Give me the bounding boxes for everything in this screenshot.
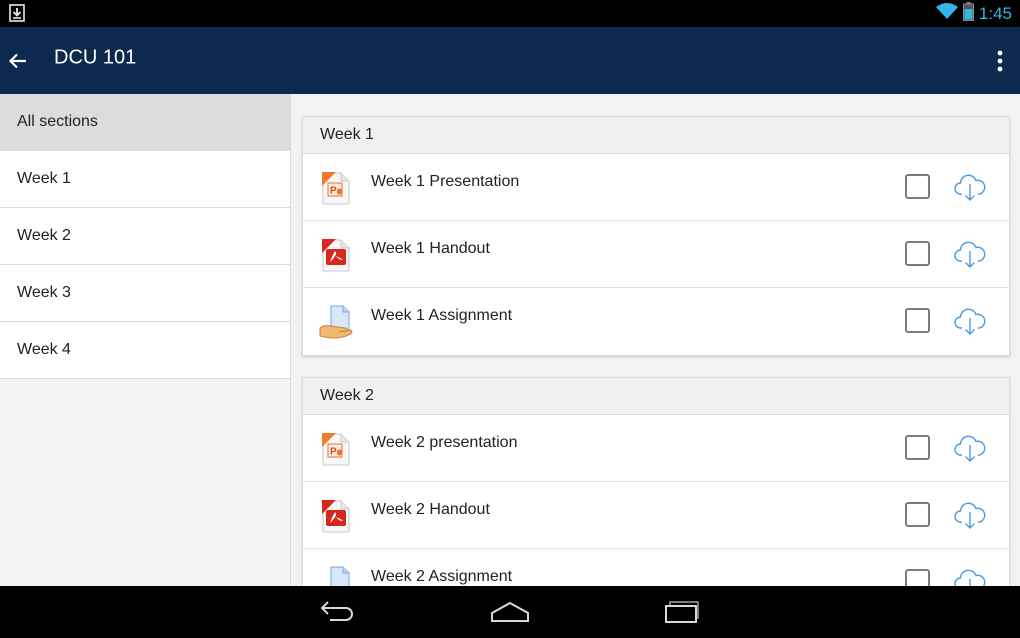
recent-apps-button[interactable] bbox=[663, 598, 703, 626]
download-cloud-icon[interactable] bbox=[953, 431, 987, 465]
select-checkbox[interactable] bbox=[905, 569, 930, 586]
select-checkbox[interactable] bbox=[905, 308, 930, 333]
status-indicators: 1:45 bbox=[935, 1, 1012, 26]
file-name: Week 2 presentation bbox=[371, 434, 518, 451]
file-name: Week 1 Presentation bbox=[371, 173, 520, 190]
back-nav-button[interactable] bbox=[317, 598, 357, 626]
file-row[interactable]: Week 1 Assignment bbox=[303, 288, 1009, 355]
home-button[interactable] bbox=[490, 598, 530, 626]
content-area: All sections Week 1 Week 2 Week 3 Week 4… bbox=[0, 94, 1020, 586]
sidebar-item-week-1[interactable]: Week 1 bbox=[0, 151, 290, 208]
svg-text:P: P bbox=[330, 186, 337, 197]
file-name: Week 2 Handout bbox=[371, 501, 490, 518]
sidebar-item-week-2[interactable]: Week 2 bbox=[0, 208, 290, 265]
section-card-week-2: Week 2 P Week 2 presentation Week 2 Hand… bbox=[302, 377, 1010, 586]
select-checkbox[interactable] bbox=[905, 435, 930, 460]
select-checkbox[interactable] bbox=[905, 241, 930, 266]
file-row[interactable]: P Week 1 Presentation bbox=[303, 154, 1009, 221]
file-name: Week 1 Handout bbox=[371, 240, 490, 257]
system-navigation-bar bbox=[0, 586, 1020, 638]
back-button[interactable] bbox=[4, 47, 32, 75]
download-cloud-icon[interactable] bbox=[953, 170, 987, 204]
download-cloud-icon[interactable] bbox=[953, 498, 987, 532]
select-checkbox[interactable] bbox=[905, 174, 930, 199]
status-time: 1:45 bbox=[978, 3, 1012, 23]
back-nav-icon bbox=[320, 601, 353, 621]
wifi-icon bbox=[935, 2, 958, 25]
pdf-icon bbox=[319, 498, 353, 534]
battery-icon bbox=[962, 1, 974, 26]
svg-text:P: P bbox=[330, 447, 337, 458]
back-arrow-icon bbox=[8, 53, 26, 69]
file-name: Week 2 Assignment bbox=[371, 568, 513, 585]
file-row[interactable]: Week 2 Assignment bbox=[303, 549, 1009, 586]
app-bar: DCU 101 bbox=[0, 27, 1020, 94]
status-bar: 1:45 bbox=[0, 0, 1020, 27]
section-list[interactable]: Week 1 P Week 1 Presentation Week 1 Hand… bbox=[291, 94, 1020, 586]
overflow-menu-button[interactable] bbox=[988, 47, 1012, 75]
file-row[interactable]: Week 1 Handout bbox=[303, 221, 1009, 288]
download-notification-icon bbox=[8, 4, 26, 22]
assignment-icon bbox=[319, 565, 353, 586]
select-checkbox[interactable] bbox=[905, 502, 930, 527]
section-sidebar: All sections Week 1 Week 2 Week 3 Week 4 bbox=[0, 94, 291, 586]
file-row[interactable]: Week 2 Handout bbox=[303, 482, 1009, 549]
download-cloud-icon[interactable] bbox=[953, 565, 987, 586]
sidebar-item-week-3[interactable]: Week 3 bbox=[0, 265, 290, 322]
sidebar-item-week-4[interactable]: Week 4 bbox=[0, 322, 290, 379]
powerpoint-icon: P bbox=[319, 431, 353, 467]
assignment-icon bbox=[319, 304, 353, 340]
pdf-icon bbox=[319, 237, 353, 273]
download-cloud-icon[interactable] bbox=[953, 304, 987, 338]
file-name: Week 1 Assignment bbox=[371, 307, 513, 324]
section-header: Week 2 bbox=[303, 378, 1009, 415]
section-card-week-1: Week 1 P Week 1 Presentation Week 1 Hand… bbox=[302, 116, 1010, 356]
powerpoint-icon: P bbox=[319, 170, 353, 206]
page-title: DCU 101 bbox=[54, 46, 137, 69]
home-icon bbox=[491, 601, 529, 622]
section-header: Week 1 bbox=[303, 117, 1009, 154]
recent-apps-icon bbox=[665, 601, 699, 623]
overflow-menu-icon bbox=[997, 50, 1003, 72]
sidebar-item-all-sections[interactable]: All sections bbox=[0, 94, 290, 151]
file-row[interactable]: P Week 2 presentation bbox=[303, 415, 1009, 482]
download-cloud-icon[interactable] bbox=[953, 237, 987, 271]
